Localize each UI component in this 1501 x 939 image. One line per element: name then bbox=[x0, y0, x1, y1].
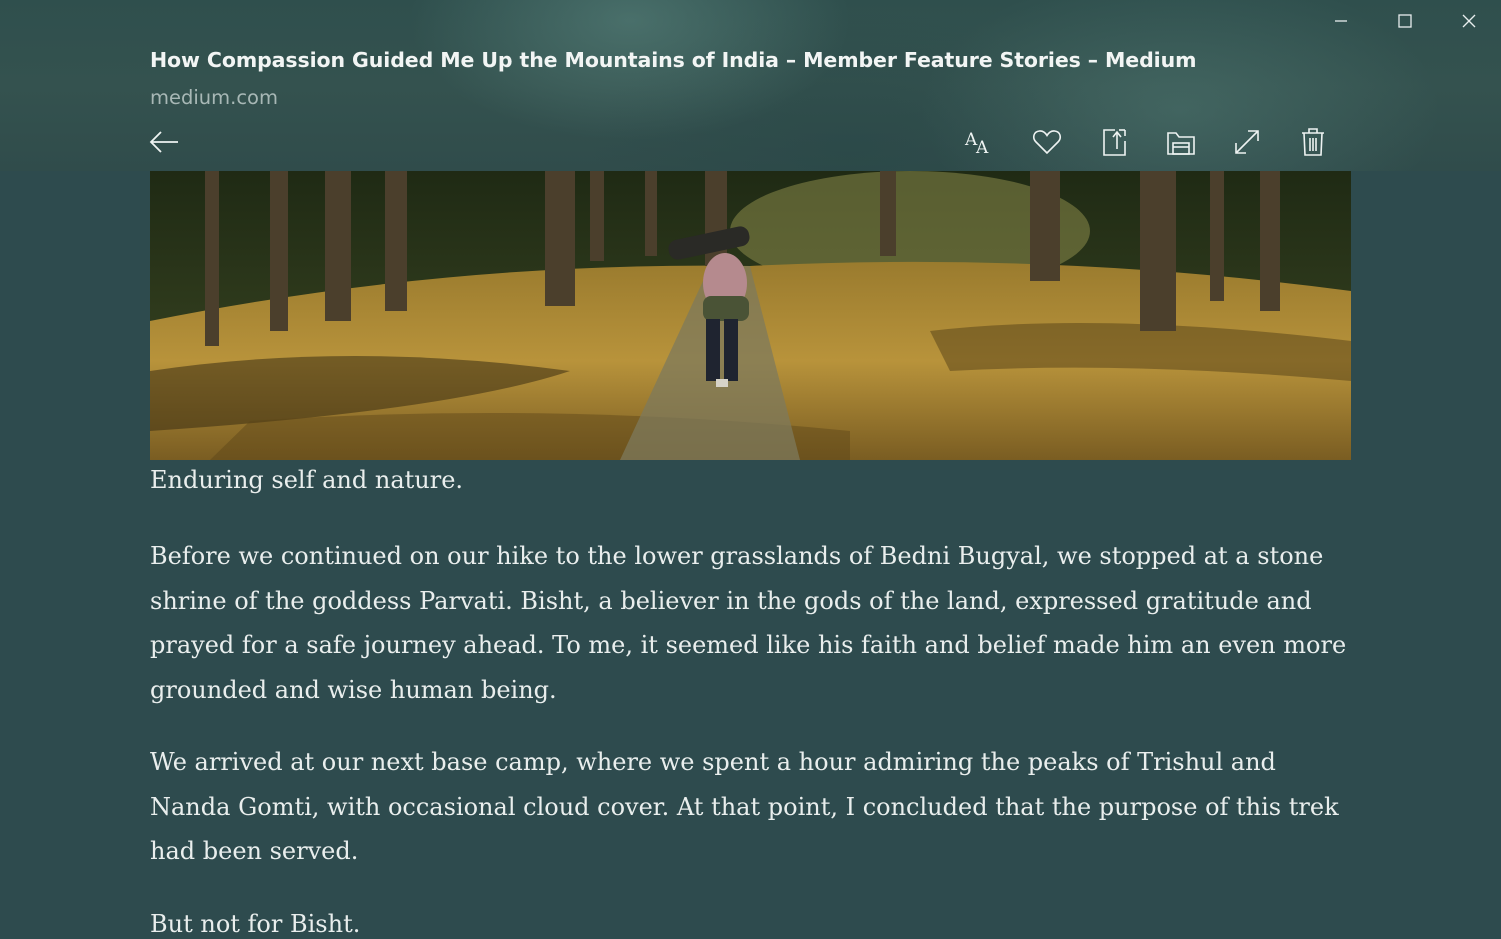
article-paragraph: We arrived at our next base camp, where … bbox=[150, 748, 1339, 866]
article-paragraph: Before we continued on our hike to the l… bbox=[150, 542, 1347, 705]
share-button[interactable] bbox=[1094, 124, 1136, 160]
trash-icon bbox=[1302, 128, 1324, 156]
reader-header: How Compassion Guided Me Up the Mountain… bbox=[0, 0, 1501, 171]
svg-text:A: A bbox=[975, 138, 989, 157]
delete-button[interactable] bbox=[1292, 124, 1334, 160]
close-icon bbox=[1462, 14, 1476, 28]
favorite-button[interactable] bbox=[1026, 124, 1068, 160]
maximize-button[interactable] bbox=[1373, 8, 1437, 34]
minimize-button[interactable] bbox=[1309, 8, 1373, 34]
expand-icon bbox=[1235, 130, 1259, 154]
hero-image bbox=[150, 171, 1351, 460]
forest-trail-illustration bbox=[150, 171, 1351, 460]
close-button[interactable] bbox=[1437, 8, 1501, 34]
back-button[interactable] bbox=[146, 126, 182, 158]
share-icon bbox=[1103, 129, 1126, 156]
article-paragraph: But not for Bisht. bbox=[150, 910, 361, 938]
back-arrow-icon bbox=[149, 131, 178, 153]
source-domain: medium.com bbox=[150, 86, 278, 109]
text-size-button[interactable]: A A bbox=[958, 124, 1000, 160]
article-title: How Compassion Guided Me Up the Mountain… bbox=[150, 48, 1197, 72]
minimize-icon bbox=[1335, 20, 1347, 22]
archive-icon bbox=[1167, 132, 1195, 155]
maximize-icon bbox=[1398, 14, 1412, 28]
fullscreen-button[interactable] bbox=[1226, 124, 1268, 160]
window-controls bbox=[1309, 8, 1501, 34]
text-size-icon: A A bbox=[964, 130, 989, 157]
image-caption: Enduring self and nature. bbox=[150, 466, 464, 494]
heart-icon bbox=[1032, 130, 1062, 155]
archive-button[interactable] bbox=[1160, 124, 1202, 160]
